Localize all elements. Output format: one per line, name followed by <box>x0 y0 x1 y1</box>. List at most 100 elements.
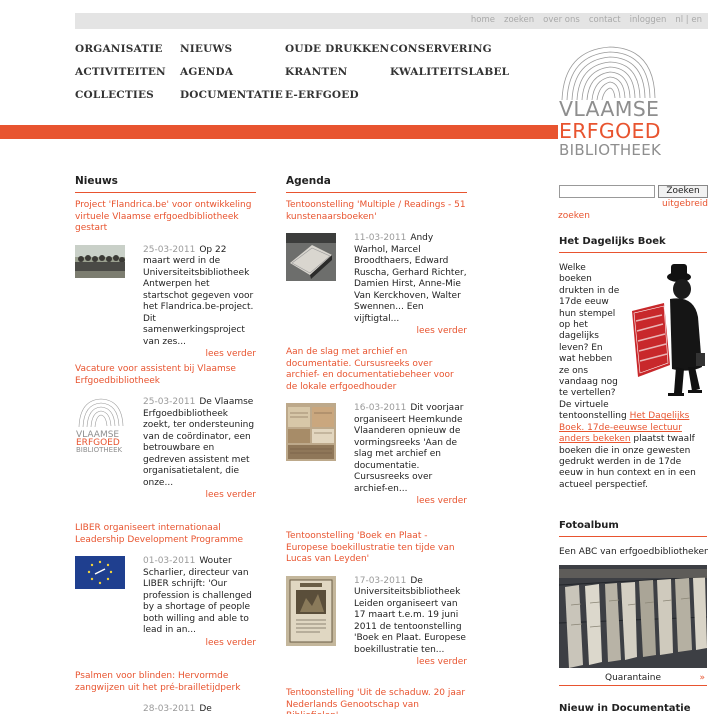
nav-item-e-erfgoed[interactable]: E-ERFGOED <box>285 89 359 101</box>
nav-item-documentatie[interactable]: DOCUMENTATIE <box>180 89 283 101</box>
sidebar: Zoeken uitgebreid zoeken Het Dagelijks Bo… <box>558 185 708 714</box>
fotoalbum-heading: Fotoalbum <box>559 520 707 537</box>
news-item-body: 28-03-2011 De <box>75 704 256 714</box>
agenda-item-date: 17-03-2011 <box>354 575 407 586</box>
news-heading: Nieuws <box>75 175 256 193</box>
top-utility-bar: home zoeken over ons contact inloggen nl | en <box>75 13 708 29</box>
utility-link-5[interactable]: nl | en <box>675 15 702 25</box>
illustration-spacer <box>621 263 707 405</box>
site-logo[interactable]: VLAAMSE ERFGOED BIBLIOTHEEK <box>558 42 708 160</box>
agenda-item: Aan de slag met archief en documentatie.… <box>286 347 467 506</box>
fotoalbum-next-link[interactable]: » <box>699 673 705 683</box>
agenda-item-title[interactable]: Tentoonstelling 'Boek en Plaat - Europes… <box>286 531 467 566</box>
dagelijks-heading: Het Dagelijks Boek <box>559 236 707 253</box>
news-item-title[interactable]: Project 'Flandrica.be' voor ontwikkeling… <box>75 200 256 235</box>
nav-item-kranten[interactable]: KRANTEN <box>285 66 347 78</box>
nav-item-kwaliteitslabel[interactable]: KWALITEITSLABEL <box>390 66 509 78</box>
news-item-summary: 01-03-2011 Wouter Scharlier, directeur va… <box>143 556 256 637</box>
agenda-item: Tentoonstelling 'Multiple / Readings - 5… <box>286 200 467 336</box>
nav-item-nieuws[interactable]: NIEUWS <box>180 43 232 55</box>
news-item-body: 01-03-2011 Wouter Scharlier, directeur va… <box>75 556 256 648</box>
agenda-item-read-more[interactable]: lees verder <box>286 496 467 506</box>
news-item-summary: 25-03-2011 Op 22 maart werd in de Univers… <box>143 245 256 349</box>
advanced-search-label-1: uitgebreid <box>662 199 708 209</box>
news-item: Psalmen voor blinden: Hervormde zangwijz… <box>75 671 256 714</box>
news-item-thumbnail[interactable] <box>75 556 125 592</box>
nav-item-conservering[interactable]: CONSERVERING <box>390 43 492 55</box>
agenda-item-body: 16-03-2011 Dit voorjaar organiseert Heemk… <box>286 403 467 506</box>
accent-band <box>0 125 558 139</box>
nav-item-collecties[interactable]: COLLECTIES <box>75 89 154 101</box>
search-form: Zoeken <box>558 185 708 199</box>
utility-link-4[interactable]: inloggen <box>630 15 667 25</box>
fotoalbum-caption-text: Quarantaine <box>604 673 661 683</box>
news-item: Vacature voor assistent bij Vlaamse Erfg… <box>75 364 256 500</box>
agenda-item-excerpt: Dit voorjaar organiseert Heemkunde Vlaan… <box>354 403 464 494</box>
news-column: Nieuws Project 'Flandrica.be' voor ontwi… <box>75 175 256 714</box>
agenda-item-title[interactable]: Aan de slag met archief en documentatie.… <box>286 347 467 393</box>
agenda-item-title[interactable]: Tentoonstelling 'Multiple / Readings - 5… <box>286 200 467 223</box>
agenda-item: Tentoonstelling 'Uit de schaduw. 20 jaar… <box>286 688 467 714</box>
logo-rings-icon <box>561 46 656 101</box>
agenda-item-date: 11-03-2011 <box>354 233 407 243</box>
svg-text:BIBLIOTHEEK: BIBLIOTHEEK <box>76 446 123 452</box>
news-item-date: 25-03-2011 <box>143 244 196 255</box>
news-item-date: 25-03-2011 <box>143 397 196 407</box>
news-item-read-more[interactable]: lees verder <box>75 638 256 648</box>
agenda-item-summary: 16-03-2011 Dit voorjaar organiseert Heemk… <box>354 403 467 495</box>
news-item-excerpt: Wouter Scharlier, directeur van LIBER sc… <box>143 556 252 635</box>
utility-links: home zoeken over ons contact inloggen nl | en <box>471 15 702 25</box>
agenda-item-thumbnail[interactable] <box>286 403 336 464</box>
agenda-item-body: 11-03-2011 Andy Warhol, Marcel Broodthaer… <box>286 233 467 336</box>
advanced-search-link[interactable]: uitgebreid zoeken <box>558 198 708 222</box>
nav-item-oude-drukken[interactable]: OUDE DRUKKEN <box>285 43 389 55</box>
agenda-item-excerpt: De Universiteitsbibliotheek Leiden organ… <box>354 575 466 655</box>
advanced-search-label-2: zoeken <box>558 211 590 221</box>
news-item-excerpt: De Vlaamse Erfgoedbibliotheek zoekt, ter… <box>143 397 255 488</box>
agenda-column: Agenda Tentoonstelling 'Multiple / Readi… <box>286 175 467 714</box>
utility-link-3[interactable]: contact <box>589 15 621 25</box>
news-item-summary: 25-03-2011 De Vlaamse Erfgoedbibliotheek … <box>143 397 256 489</box>
search-button[interactable]: Zoeken <box>658 185 708 198</box>
dagelijks-text: Welke boeken drukten in de 17de eeuw hun… <box>559 263 707 491</box>
utility-link-0[interactable]: home <box>471 15 495 25</box>
agenda-item-thumbnail[interactable] <box>286 233 336 284</box>
news-item-excerpt: Op 22 maart werd in de Universiteitsbibl… <box>143 244 254 347</box>
news-item-title[interactable]: LIBER organiseert internationaal Leaders… <box>75 523 256 546</box>
news-item-title[interactable]: Vacature voor assistent bij Vlaamse Erfg… <box>75 364 256 387</box>
agenda-item-read-more[interactable]: lees verder <box>286 326 467 336</box>
news-item-read-more[interactable]: lees verder <box>75 490 256 500</box>
dagelijks-intro: Welke boeken drukten in de 17de eeuw hun… <box>559 263 630 422</box>
news-item-body: 25-03-2011 Op 22 maart werd in de Univers… <box>75 244 256 359</box>
news-item-date: 28-03-2011 <box>143 704 196 714</box>
fotoalbum-caption: Quarantaine » <box>559 673 707 686</box>
fotoalbum-subtitle: Een ABC van erfgoedbibliotheken <box>559 547 708 557</box>
news-item-summary: 28-03-2011 De <box>143 704 256 714</box>
news-item-body: VLAAMSE ERFGOED BIBLIOTHEEK 25-03-2011 De Vl… <box>75 397 256 500</box>
documentatie-heading: Nieuw in Documentatie <box>559 703 707 714</box>
agenda-item-title[interactable]: Tentoonstelling 'Uit de schaduw. 20 jaar… <box>286 688 467 714</box>
nav-item-activiteiten[interactable]: ACTIVITEITEN <box>75 66 166 78</box>
news-item-read-more[interactable]: lees verder <box>75 349 256 359</box>
news-item-title[interactable]: Psalmen voor blinden: Hervormde zangwijz… <box>75 671 256 694</box>
nav-item-organisatie[interactable]: ORGANISATIE <box>75 43 163 55</box>
news-item-date: 01-03-2011 <box>143 556 196 566</box>
news-item: LIBER organiseert internationaal Leaders… <box>75 523 256 648</box>
news-item-thumbnail[interactable]: VLAAMSE ERFGOED BIBLIOTHEEK <box>75 397 125 455</box>
agenda-item-body: 17-03-2011 De Universiteitsbibliotheek Le… <box>286 575 467 667</box>
news-item-excerpt: De <box>199 704 212 714</box>
news-item: Project 'Flandrica.be' voor ontwikkeling… <box>75 200 256 359</box>
utility-link-1[interactable]: zoeken <box>504 15 534 25</box>
agenda-item-summary: 11-03-2011 Andy Warhol, Marcel Broodthaer… <box>354 233 467 325</box>
search-input[interactable] <box>559 185 655 198</box>
agenda-item-excerpt: Andy Warhol, Marcel Broodthaers, Edward … <box>354 233 467 324</box>
fotoalbum-image[interactable] <box>559 565 707 668</box>
agenda-item-read-more[interactable]: lees verder <box>286 657 467 667</box>
utility-link-2[interactable]: over ons <box>543 15 580 25</box>
agenda-item: Tentoonstelling 'Boek en Plaat - Europes… <box>286 531 467 667</box>
fotoalbum-photo <box>559 565 707 668</box>
agenda-item-thumbnail[interactable] <box>286 575 336 649</box>
news-item-thumbnail[interactable] <box>75 244 125 281</box>
nav-item-agenda[interactable]: AGENDA <box>180 66 233 78</box>
logo-line-bibliotheek: BIBLIOTHEEK <box>559 141 662 159</box>
